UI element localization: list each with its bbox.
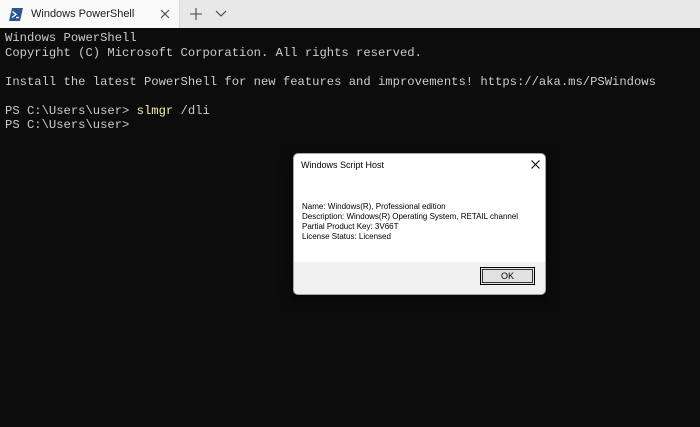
- terminal-line: Copyright (C) Microsoft Corporation. All…: [5, 45, 422, 60]
- chevron-down-icon[interactable]: [215, 10, 227, 18]
- close-icon[interactable]: [531, 160, 540, 169]
- terminal-command-line: PS C:\Users\user> slmgr /dli: [5, 104, 700, 119]
- license-description: Description: Windows(R) Operating System…: [302, 212, 519, 221]
- terminal-line: Windows PowerShell: [5, 31, 137, 45]
- powershell-icon: [9, 8, 23, 21]
- terminal-window: Windows PowerShell Windows PowerShell Co…: [0, 0, 700, 427]
- terminal-line: Install the latest PowerShell for new fe…: [5, 74, 656, 89]
- prompt: PS C:\Users\user>: [5, 103, 137, 118]
- ok-button[interactable]: OK: [480, 267, 535, 285]
- dialog-message: Name: Windows(R), Professional edition D…: [302, 202, 537, 242]
- new-tab-icon[interactable]: [190, 8, 202, 20]
- license-name: Name: Windows(R), Professional edition: [302, 202, 446, 211]
- terminal-prompt-line: PS C:\Users\user>: [5, 118, 700, 133]
- license-status: License Status: Licensed: [302, 232, 391, 241]
- script-host-dialog: Windows Script Host Name: Windows(R), Pr…: [293, 153, 546, 295]
- prompt: PS C:\Users\user>: [5, 118, 130, 132]
- command-args: /dli: [173, 103, 210, 118]
- dialog-title: Windows Script Host: [301, 160, 385, 170]
- partial-product-key: Partial Product Key: 3V66T: [302, 222, 399, 231]
- tab-title: Windows PowerShell: [31, 8, 135, 20]
- tab-windows-powershell[interactable]: Windows PowerShell: [0, 0, 180, 28]
- dialog-footer: OK: [294, 262, 545, 294]
- command-name: slmgr: [136, 103, 174, 118]
- tab-bar: Windows PowerShell: [0, 0, 700, 28]
- close-icon[interactable]: [159, 8, 171, 20]
